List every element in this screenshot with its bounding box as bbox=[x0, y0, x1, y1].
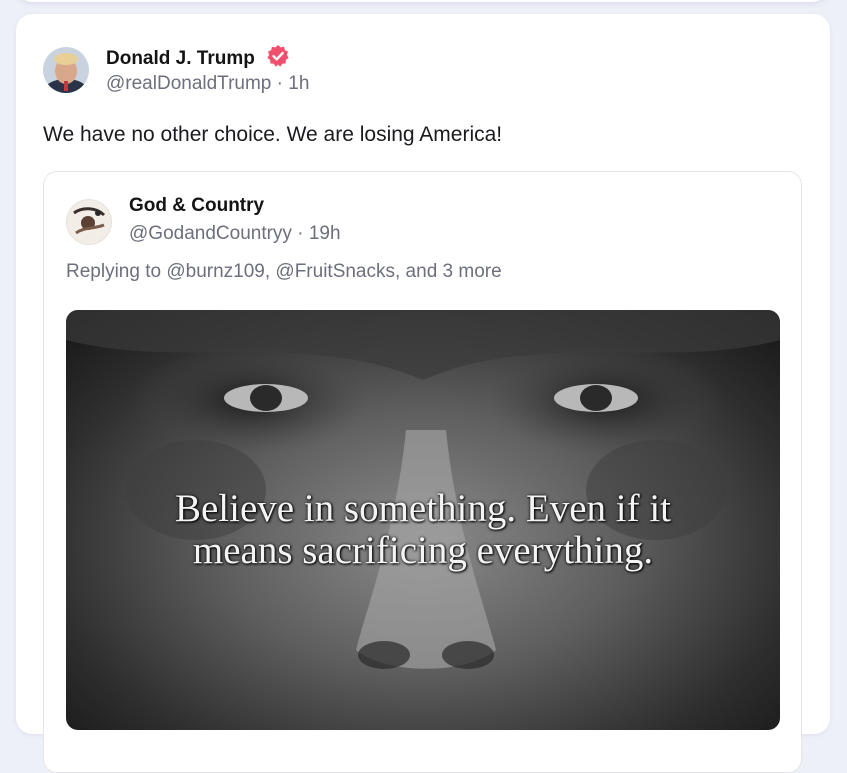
quoted-post-time[interactable]: 19h bbox=[309, 223, 341, 244]
post-text: We have no other choice. We are losing A… bbox=[43, 123, 503, 146]
post-time[interactable]: 1h bbox=[288, 73, 309, 94]
image-caption-line-2: means sacrificing everything. bbox=[192, 529, 654, 572]
post-card[interactable]: Donald J. Trump @realDonaldTrump · 1h We… bbox=[16, 14, 830, 773]
verified-badge-icon bbox=[266, 44, 290, 68]
quoted-author-avatar[interactable] bbox=[66, 199, 112, 245]
author-handle[interactable]: @realDonaldTrump bbox=[106, 73, 271, 94]
replying-to-line[interactable]: Replying to @burnz109, @FruitSnacks, and… bbox=[66, 261, 502, 283]
author-name-row[interactable]: Donald J. Trump bbox=[106, 44, 290, 70]
quoted-post[interactable]: God & Country @GodandCountryy · 19h Repl… bbox=[43, 171, 802, 773]
quoted-author-meta: @GodandCountryy · 19h bbox=[129, 223, 341, 245]
image-caption: Believe in something. Even if it means s… bbox=[66, 488, 780, 572]
meta-separator: · bbox=[276, 73, 283, 94]
image-caption-line-1: Believe in something. Even if it bbox=[174, 487, 672, 530]
quoted-post-image[interactable]: Believe in something. Even if it means s… bbox=[66, 310, 780, 730]
author-name[interactable]: Donald J. Trump bbox=[106, 48, 255, 69]
quoted-author-name[interactable]: God & Country bbox=[129, 195, 264, 217]
previous-post-card bbox=[16, 0, 828, 2]
quoted-meta-separator: · bbox=[297, 223, 304, 244]
quoted-author-handle[interactable]: @GodandCountryy bbox=[129, 223, 292, 244]
author-avatar[interactable] bbox=[43, 47, 89, 93]
author-meta: @realDonaldTrump · 1h bbox=[106, 73, 309, 95]
